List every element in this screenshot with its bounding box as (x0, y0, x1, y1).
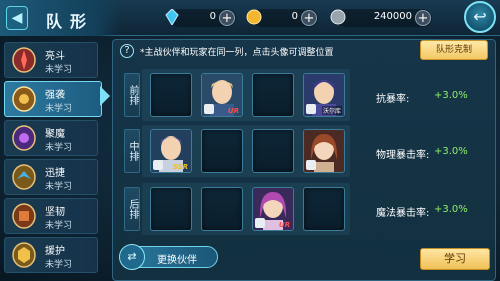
slot-middle-1[interactable]: SSR (150, 129, 192, 173)
slot-back-1[interactable] (150, 187, 192, 231)
formation-name: 强袭 (45, 90, 65, 101)
slot-front-4[interactable]: 沃尔库 (303, 73, 345, 117)
formation-item-jianren[interactable]: 坚韧 未学习 (4, 198, 98, 234)
hero-name: 沃尔库 (321, 106, 342, 115)
top-bar: ◀ 队形 0 + 0 + 240000 + ↩ (0, 0, 500, 36)
formation-item-liangdou[interactable]: 亮斗 未学习 (4, 42, 98, 78)
row-label-back: 后排 (124, 187, 140, 231)
row-label-front: 前排 (124, 73, 140, 117)
page-title: 队形 (46, 12, 95, 31)
shield-emblem-icon (12, 86, 36, 112)
formation-name: 聚魔 (45, 129, 65, 140)
slot-middle-4[interactable] (303, 129, 345, 173)
stat-label-middle: 物理暴击率: (376, 150, 430, 161)
selected-arrow-icon (100, 86, 110, 106)
row-label-middle: 中排 (124, 129, 140, 173)
slot-back-3[interactable]: UR (252, 187, 294, 231)
rarity-label: SSR (172, 163, 188, 171)
add-silver-button[interactable]: + (415, 10, 431, 26)
stat-label-back: 魔法暴击率: (376, 208, 430, 219)
slot-middle-3[interactable] (252, 129, 294, 173)
formation-note: *主战伙伴和玩家在同一列，点击头像可调整位置 (140, 48, 334, 58)
formation-item-yuanhu[interactable]: 援护 未学习 (4, 237, 98, 273)
blue-crystal-icon (165, 9, 179, 25)
formation-item-xunjie[interactable]: 迅捷 未学习 (4, 159, 98, 195)
slot-back-2[interactable] (201, 187, 243, 231)
formation-name: 迅捷 (45, 168, 65, 179)
return-icon[interactable]: ↩ (464, 1, 496, 33)
crystal-counter: 0 + (165, 9, 236, 27)
change-partner-label: 更换伙伴 (157, 255, 197, 266)
gold-counter: 0 + (246, 9, 318, 27)
stat-value-middle: +3.0% (434, 146, 468, 157)
slot-front-1[interactable] (150, 73, 192, 117)
silver-coin-icon (330, 9, 346, 25)
stat-value-front: +3.0% (434, 90, 468, 101)
formation-status: 未学习 (45, 221, 73, 231)
formation-name: 坚韧 (45, 207, 65, 218)
formation-screen: ◀ 队形 0 + 0 + 240000 + ↩ 亮斗 未学习 强袭 未学习 聚魔… (0, 0, 500, 281)
class-badge-icon (306, 104, 316, 114)
class-badge-icon (306, 160, 316, 170)
class-badge-icon (153, 160, 163, 170)
help-icon[interactable]: ? (120, 44, 134, 58)
sword-emblem-icon (12, 47, 36, 73)
add-gold-button[interactable]: + (301, 10, 317, 26)
gold-coin-icon (246, 9, 262, 25)
change-partner-button[interactable]: ⇄ 更换伙伴 (119, 244, 218, 270)
slot-middle-2[interactable] (201, 129, 243, 173)
formation-status: 未学习 (45, 260, 73, 270)
back-arrow-icon[interactable]: ◀ (6, 6, 28, 30)
formation-name: 亮斗 (45, 51, 65, 62)
rarity-label: UR (227, 107, 239, 115)
formation-status: 未学习 (45, 104, 73, 114)
silver-amount: 240000 (373, 11, 412, 22)
formation-item-qiangxi[interactable]: 强袭 未学习 (4, 81, 102, 117)
partner-swap-icon: ⇄ (119, 244, 145, 270)
formation-status: 未学习 (45, 182, 73, 192)
formation-status: 未学习 (45, 65, 73, 75)
stat-value-back: +3.0% (434, 204, 468, 215)
formation-name: 援护 (45, 246, 65, 257)
fortress-emblem-icon (12, 203, 36, 229)
gold-amount: 0 (291, 11, 298, 22)
silver-counter: 240000 + (330, 9, 432, 27)
class-badge-icon (255, 218, 265, 228)
slot-front-3[interactable] (252, 73, 294, 117)
formation-item-jumo[interactable]: 聚魔 未学习 (4, 120, 98, 156)
rarity-label: UR (278, 221, 290, 229)
formation-list: 亮斗 未学习 强袭 未学习 聚魔 未学习 迅捷 未学习 坚韧 未学习 援护 未学… (4, 40, 102, 281)
guard-emblem-icon (12, 242, 36, 268)
wing-emblem-icon (12, 164, 36, 190)
stat-label-front: 抗暴率: (376, 94, 410, 105)
add-crystal-button[interactable]: + (219, 10, 235, 26)
class-badge-icon (204, 104, 214, 114)
magic-emblem-icon (12, 125, 36, 151)
crystal-amount: 0 (209, 11, 216, 22)
formation-status: 未学习 (45, 143, 73, 153)
learn-button[interactable]: 学习 (420, 248, 490, 270)
slot-back-4[interactable] (303, 187, 345, 231)
formation-counter-button[interactable]: 队形克制 (420, 40, 488, 60)
slot-front-2[interactable]: UR (201, 73, 243, 117)
